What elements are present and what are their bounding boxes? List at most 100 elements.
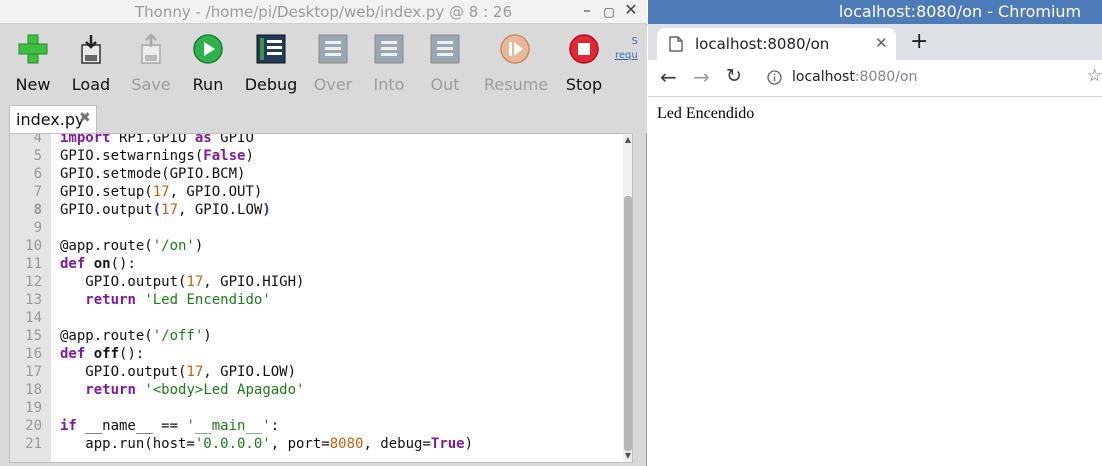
new-button[interactable]: New [10,31,56,97]
step-over-button[interactable]: Over [310,31,356,97]
code-line[interactable]: @app.route('/off') [60,327,212,345]
line-number: 21 [25,436,42,452]
resume-icon [500,34,530,64]
stop-icon [569,34,599,64]
debug-button[interactable]: Debug [244,31,298,97]
line-number: 6 [33,166,42,182]
code-line[interactable]: app.run(host='0.0.0.0', port=8080, debug… [60,435,473,453]
scroll-up-arrow-icon[interactable]: ▲ [624,136,632,144]
save-file-icon [141,33,161,64]
load-label: Load [71,75,111,94]
forward-arrow-icon[interactable]: → [693,65,710,89]
line-number: 13 [25,292,42,308]
code-line[interactable]: def off(): [60,345,144,363]
editor-tabbar: index.py ✖ [0,101,647,133]
bookmark-star-icon[interactable]: ☆ [1087,66,1102,86]
code-line[interactable]: GPIO.output(17, GPIO.LOW) [60,363,296,381]
chromium-window: localhost:8080/on - Chromium localhost:8… [648,0,1102,466]
code-line[interactable]: GPIO.output(17, GPIO.HIGH) [60,273,304,291]
step-out-icon [430,34,460,64]
address-bar[interactable]: localhost:8080/on ☆ [757,63,1102,93]
browser-tab[interactable]: localhost:8080/on ✕ [657,28,896,60]
code-line[interactable]: if __name__ == '__main__': [60,417,279,435]
save-button[interactable]: Save [128,31,174,97]
code-line[interactable]: return 'Led Encendido' [60,291,270,309]
chromium-window-title: localhost:8080/on - Chromium [838,2,1082,21]
info-icon[interactable] [767,70,782,85]
run-label: Run [192,75,224,94]
over-label: Over [313,75,353,94]
code-line[interactable]: return '<body>Led Apagado' [60,381,304,399]
thonny-titlebar[interactable]: Thonny - /home/pi/Desktop/web/index.py @… [0,0,647,24]
debug-icon [256,34,286,64]
step-out-button[interactable]: Out [422,31,468,97]
load-button[interactable]: Load [68,31,114,97]
new-label: New [15,75,51,94]
run-icon [193,34,223,64]
url-text: localhost:8080/on [792,69,917,85]
browser-toolbar: ← → ↻ localhost:8080/on ☆ [648,60,1102,97]
save-label: Save [131,75,171,94]
line-number-gutter: 4 5 6 7 8 9 10 11 12 13 14 15 16 17 18 19 20 21 [10,133,51,462]
line-number: 18 [25,382,42,398]
tab-label: index.py [16,110,85,129]
code-line[interactable]: GPIO.setwarnings(False) [60,147,254,165]
line-number: 20 [25,418,42,434]
code-line[interactable]: GPIO.setmode(GPIO.BCM) [60,165,245,183]
code-line[interactable]: import RPi.GPIO as GPIO [60,134,254,147]
out-label: Out [430,75,460,94]
into-label: Into [373,75,405,94]
line-number: 9 [33,220,42,236]
line-number: 11 [25,256,42,272]
close-window-button[interactable]: ✕ [622,0,640,20]
load-file-icon [81,35,101,64]
code-line[interactable]: def on(): [60,255,136,273]
line-number: 10 [25,238,42,254]
tab-close-icon[interactable]: ✖ [79,110,91,126]
line-number: 17 [25,364,42,380]
support-link[interactable]: S requ [614,35,646,71]
code-line[interactable]: @app.route('/on') [60,237,203,255]
line-number: 19 [25,400,42,416]
thonny-window: Thonny - /home/pi/Desktop/web/index.py @… [0,0,647,466]
debug-label: Debug [244,75,298,94]
stop-button[interactable]: Stop [561,31,607,97]
line-number: 15 [25,328,42,344]
step-over-icon [318,34,348,64]
editor-scrollbar[interactable]: ▲ ▼ [623,134,632,462]
line-number: 4 [33,133,42,146]
page-content: Led Encendido [648,97,1102,466]
step-into-button[interactable]: Into [366,31,412,97]
line-number: 16 [25,346,42,362]
thonny-window-title: Thonny - /home/pi/Desktop/web/index.py @… [134,3,512,21]
code-editor[interactable]: 4 5 6 7 8 9 10 11 12 13 14 15 16 17 18 19 20 21 import RP… [9,133,633,463]
page-body-text: Led Encendido [657,105,755,122]
url-host: localhost [792,69,855,85]
chromium-titlebar[interactable]: localhost:8080/on - Chromium [648,0,1102,24]
page-icon [669,36,683,52]
new-file-icon [18,34,48,64]
thonny-toolbar: New Load Save Run Debug Over Into Out Re… [0,25,647,101]
run-button[interactable]: Run [185,31,231,97]
resume-button[interactable]: Resume [484,31,549,97]
reload-icon[interactable]: ↻ [726,65,742,87]
resume-label: Resume [484,75,549,94]
stop-label: Stop [565,75,603,94]
scroll-thumb[interactable] [624,196,632,451]
code-line[interactable]: GPIO.output(17, GPIO.LOW) [60,201,271,219]
line-number: 12 [25,274,42,290]
new-tab-button[interactable]: + [910,29,928,54]
url-path: :8080/on [854,69,918,85]
step-into-icon [374,34,404,64]
chromium-tabstrip: localhost:8080/on ✕ + [648,24,1102,60]
tab-index-py[interactable]: index.py ✖ [9,105,97,133]
browser-tab-title: localhost:8080/on [695,35,830,53]
maximize-button[interactable]: ▢ [600,1,618,21]
line-number: 8 [33,202,42,218]
code-line[interactable]: GPIO.setup(17, GPIO.OUT) [60,183,262,201]
back-arrow-icon[interactable]: ← [660,65,677,89]
tab-close-icon[interactable]: ✕ [875,34,888,52]
minimize-button[interactable]: – [578,1,596,21]
scroll-down-arrow-icon[interactable]: ▼ [624,452,632,460]
support-link-line2: requ [615,50,638,61]
